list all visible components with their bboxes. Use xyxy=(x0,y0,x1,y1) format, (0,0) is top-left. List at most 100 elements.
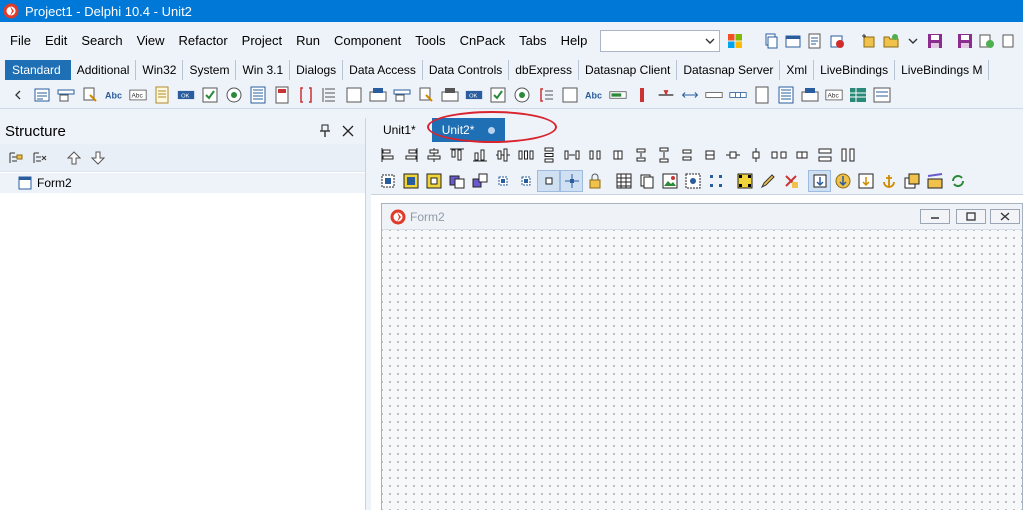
expand-all-icon[interactable] xyxy=(4,147,28,169)
page-scroller-icon[interactable] xyxy=(750,83,774,107)
marker-icon[interactable] xyxy=(779,170,802,192)
increase-vertical-space-icon[interactable] xyxy=(652,144,675,166)
chevron-down-icon[interactable] xyxy=(704,35,716,47)
checkbox-icon[interactable] xyxy=(198,83,222,107)
save-all-icon[interactable] xyxy=(954,30,976,52)
center-horizontal-in-window-icon[interactable] xyxy=(721,144,744,166)
header-control-icon[interactable] xyxy=(702,83,726,107)
bring-to-front-icon[interactable] xyxy=(399,170,422,192)
edit-icon[interactable]: Abc xyxy=(126,83,150,107)
scroll-left-icon[interactable] xyxy=(6,83,30,107)
labeled-edit-icon[interactable]: Abc xyxy=(822,83,846,107)
menu-refactor[interactable]: Refactor xyxy=(172,30,235,52)
save-icon[interactable] xyxy=(924,30,946,52)
palette-tab-datasnap-client[interactable]: Datasnap Client xyxy=(579,60,678,80)
stack-windows-icon[interactable] xyxy=(900,170,923,192)
palette-tab-livebindings-misc[interactable]: LiveBindings M xyxy=(895,60,990,80)
open-folder-icon[interactable] xyxy=(880,30,902,52)
group-icon[interactable] xyxy=(445,170,468,192)
show-grid-icon[interactable] xyxy=(560,170,583,192)
check-alt-icon[interactable] xyxy=(486,83,510,107)
align-right-edges-icon[interactable] xyxy=(399,144,422,166)
new-form-icon[interactable] xyxy=(782,30,804,52)
chevron-down-icon[interactable] xyxy=(902,30,924,52)
trackbar-icon[interactable] xyxy=(654,83,678,107)
palette-tab-win31[interactable]: Win 3.1 xyxy=(236,60,291,80)
combobox-icon[interactable] xyxy=(270,83,294,107)
menu-tools[interactable]: Tools xyxy=(408,30,452,52)
align-to-grid-icon[interactable] xyxy=(376,170,399,192)
radiogroup-icon[interactable] xyxy=(342,83,366,107)
horizontal-arrows-icon[interactable] xyxy=(678,83,702,107)
menu-file[interactable]: File xyxy=(0,30,38,52)
splitter-icon[interactable] xyxy=(630,83,654,107)
menu-run[interactable]: Run xyxy=(289,30,327,52)
palette-tab-data-access[interactable]: Data Access xyxy=(343,60,423,80)
static-label-icon[interactable]: Abc xyxy=(582,83,606,107)
copy-icon[interactable] xyxy=(635,170,658,192)
space-equal-horizontal-icon[interactable] xyxy=(514,144,537,166)
action-list-icon[interactable] xyxy=(390,83,414,107)
snap-to-grid-icon[interactable] xyxy=(537,170,560,192)
close-icon[interactable] xyxy=(341,124,355,138)
radio-alt-icon[interactable] xyxy=(510,83,534,107)
open-project-icon[interactable] xyxy=(826,30,848,52)
tab-unit2[interactable]: Unit2* xyxy=(431,118,506,142)
space-narrower-icon[interactable] xyxy=(790,144,813,166)
move-down-icon[interactable] xyxy=(86,147,110,169)
decrease-horizontal-space-icon[interactable] xyxy=(583,144,606,166)
palette-tab-data-controls[interactable]: Data Controls xyxy=(423,60,510,80)
selection-handles-icon[interactable] xyxy=(733,170,756,192)
menu-project[interactable]: Project xyxy=(235,30,289,52)
anchor-icon[interactable] xyxy=(877,170,900,192)
groupbox-icon[interactable] xyxy=(318,83,342,107)
shape-box-icon[interactable] xyxy=(558,83,582,107)
equal-vertical-spacing-icon[interactable] xyxy=(629,144,652,166)
menu-cnpack[interactable]: CnPack xyxy=(453,30,513,52)
make-same-height-icon[interactable] xyxy=(836,144,859,166)
radio-button-icon[interactable] xyxy=(222,83,246,107)
palette-tab-standard[interactable]: Standard xyxy=(5,60,71,80)
space-equal-vertical-icon[interactable] xyxy=(537,144,560,166)
flip-children-icon[interactable] xyxy=(854,170,877,192)
select-tool-icon[interactable] xyxy=(681,170,704,192)
collapse-all-icon[interactable] xyxy=(28,147,52,169)
menu-component[interactable]: Component xyxy=(327,30,408,52)
table-grid-icon[interactable] xyxy=(612,170,635,192)
memo-icon[interactable] xyxy=(150,83,174,107)
progress-bar-icon[interactable] xyxy=(606,83,630,107)
maximize-button[interactable] xyxy=(956,209,986,224)
listbox-icon[interactable] xyxy=(246,83,270,107)
align-vertical-centers-icon[interactable] xyxy=(491,144,514,166)
refresh-icon[interactable] xyxy=(946,170,969,192)
form-window[interactable]: Form2 xyxy=(381,203,1023,510)
align-bottom-edges-icon[interactable] xyxy=(468,144,491,166)
design-grid[interactable] xyxy=(382,230,1022,510)
palette-tab-system[interactable]: System xyxy=(183,60,237,80)
new-package-icon[interactable] xyxy=(858,30,880,52)
menu-edit[interactable]: Edit xyxy=(38,30,74,52)
dotted-select-icon[interactable] xyxy=(704,170,727,192)
clapper-icon[interactable] xyxy=(923,170,946,192)
palette-tab-additional[interactable]: Additional xyxy=(71,60,137,80)
menu-search[interactable]: Search xyxy=(74,30,129,52)
ungroup-icon[interactable] xyxy=(468,170,491,192)
align-top-edges-icon[interactable] xyxy=(445,144,468,166)
send-to-back-icon[interactable] xyxy=(422,170,445,192)
popup-arrow-icon[interactable] xyxy=(414,83,438,107)
main-menu-icon[interactable] xyxy=(54,83,78,107)
creation-order-icon[interactable] xyxy=(831,170,854,192)
make-same-width-icon[interactable] xyxy=(813,144,836,166)
remove-horizontal-space-icon[interactable] xyxy=(606,144,629,166)
form-caption-bar[interactable]: Form2 xyxy=(382,204,1022,230)
remove-from-project-icon[interactable] xyxy=(998,30,1020,52)
menu-help[interactable]: Help xyxy=(554,30,595,52)
close-button[interactable] xyxy=(990,209,1020,224)
status-bar-icon[interactable] xyxy=(726,83,750,107)
palette-tab-dialogs[interactable]: Dialogs xyxy=(290,60,344,80)
move-up-icon[interactable] xyxy=(62,147,86,169)
popup-menu-icon[interactable] xyxy=(78,83,102,107)
menu-view[interactable]: View xyxy=(130,30,172,52)
pencil-icon[interactable] xyxy=(756,170,779,192)
increase-horizontal-space-icon[interactable] xyxy=(560,144,583,166)
